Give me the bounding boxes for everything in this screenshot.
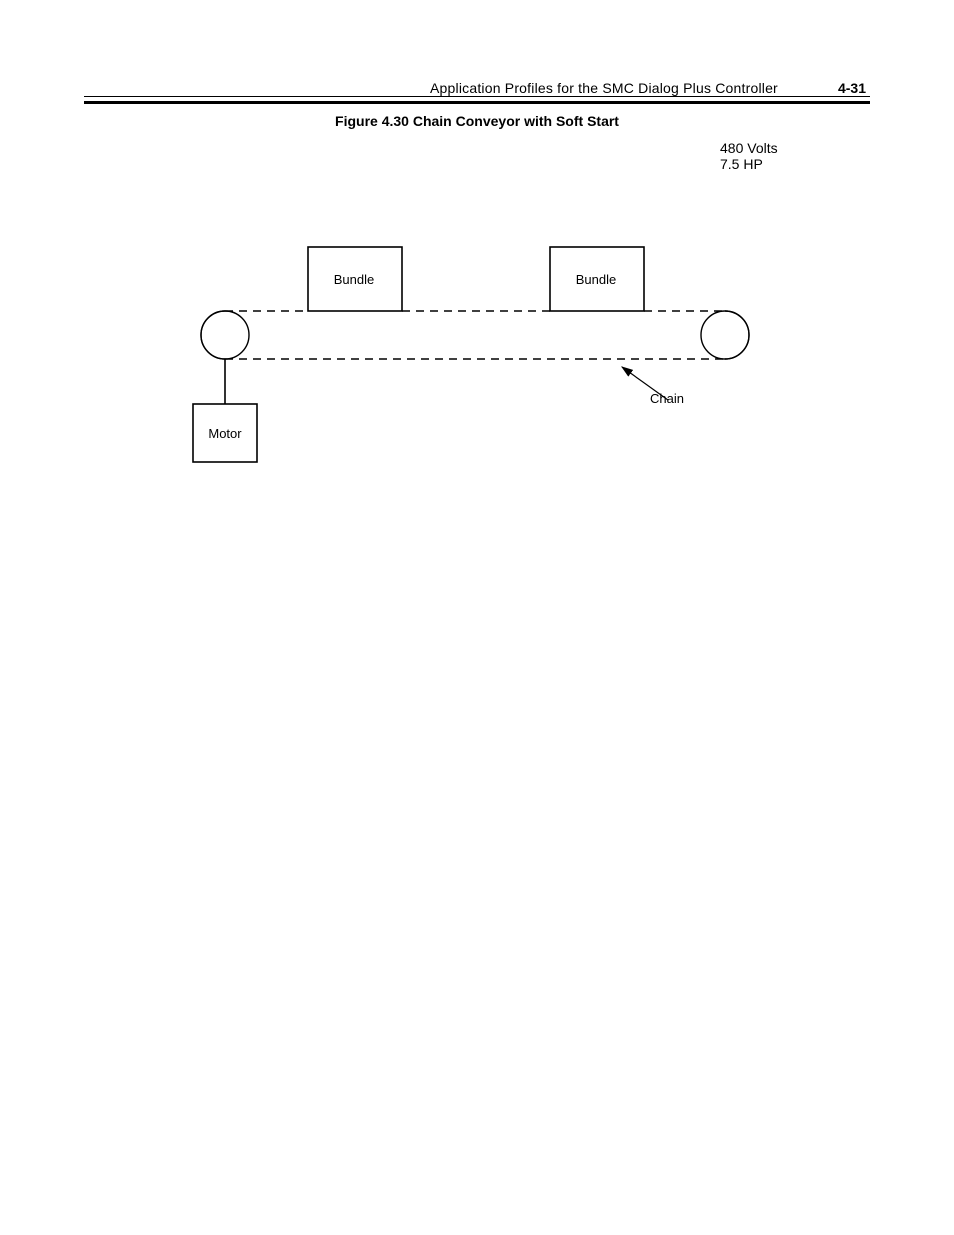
figure-caption: Figure 4.30 Chain Conveyor with Soft Sta…: [0, 113, 954, 129]
figure-diagram: Chain Bundle Bundle Motor: [190, 130, 770, 490]
chain-label: Chain: [650, 391, 684, 406]
document-page: Application Profiles for the SMC Dialog …: [0, 0, 954, 1235]
running-header: Application Profiles for the SMC Dialog …: [430, 80, 778, 96]
chain-top-arc-left: [201, 311, 225, 335]
header-rule-thin: [84, 96, 870, 97]
header-rule-thick: [84, 101, 870, 104]
bundle-label-left: Bundle: [334, 272, 374, 287]
chain-bottom-arc-right: [725, 335, 749, 359]
chain-bottom-arc-left: [201, 335, 225, 359]
page-number: 4-31: [838, 80, 866, 96]
chain-top-arc-right: [725, 311, 749, 335]
bundle-label-right: Bundle: [576, 272, 616, 287]
motor-label: Motor: [208, 426, 242, 441]
